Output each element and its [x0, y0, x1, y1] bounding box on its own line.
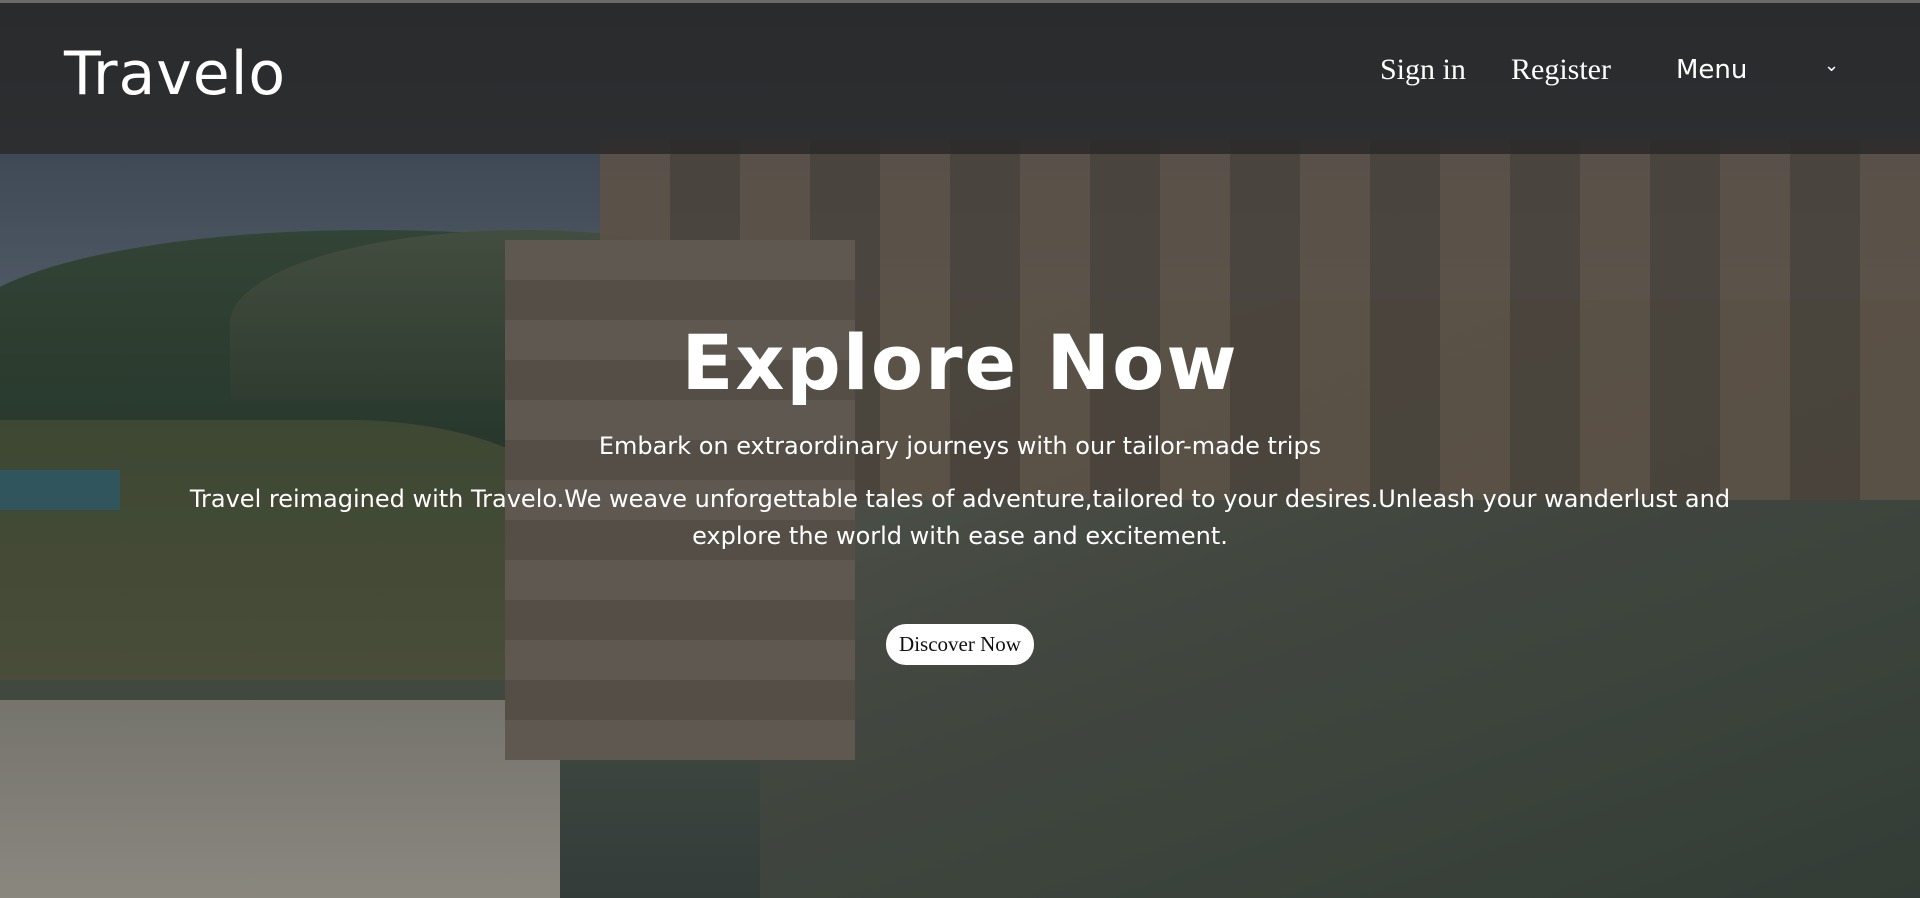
- chevron-down-icon: ⌄: [1824, 55, 1840, 76]
- menu-label: Menu: [1676, 55, 1748, 85]
- hero-description: Travel reimagined with Travelo.We weave …: [189, 485, 1731, 550]
- hero-title: Explore Now: [681, 318, 1239, 407]
- menu-dropdown[interactable]: Menu ⌄: [1676, 55, 1840, 95]
- brand-logo[interactable]: Travelo: [64, 39, 286, 109]
- navbar: Travelo Sign in Register Menu ⌄: [0, 3, 1920, 154]
- discover-now-button[interactable]: Discover Now: [886, 624, 1034, 665]
- register-link[interactable]: Register: [1511, 53, 1611, 87]
- sign-in-link[interactable]: Sign in: [1380, 53, 1466, 87]
- hero-tagline: Embark on extraordinary journeys with ou…: [598, 432, 1322, 460]
